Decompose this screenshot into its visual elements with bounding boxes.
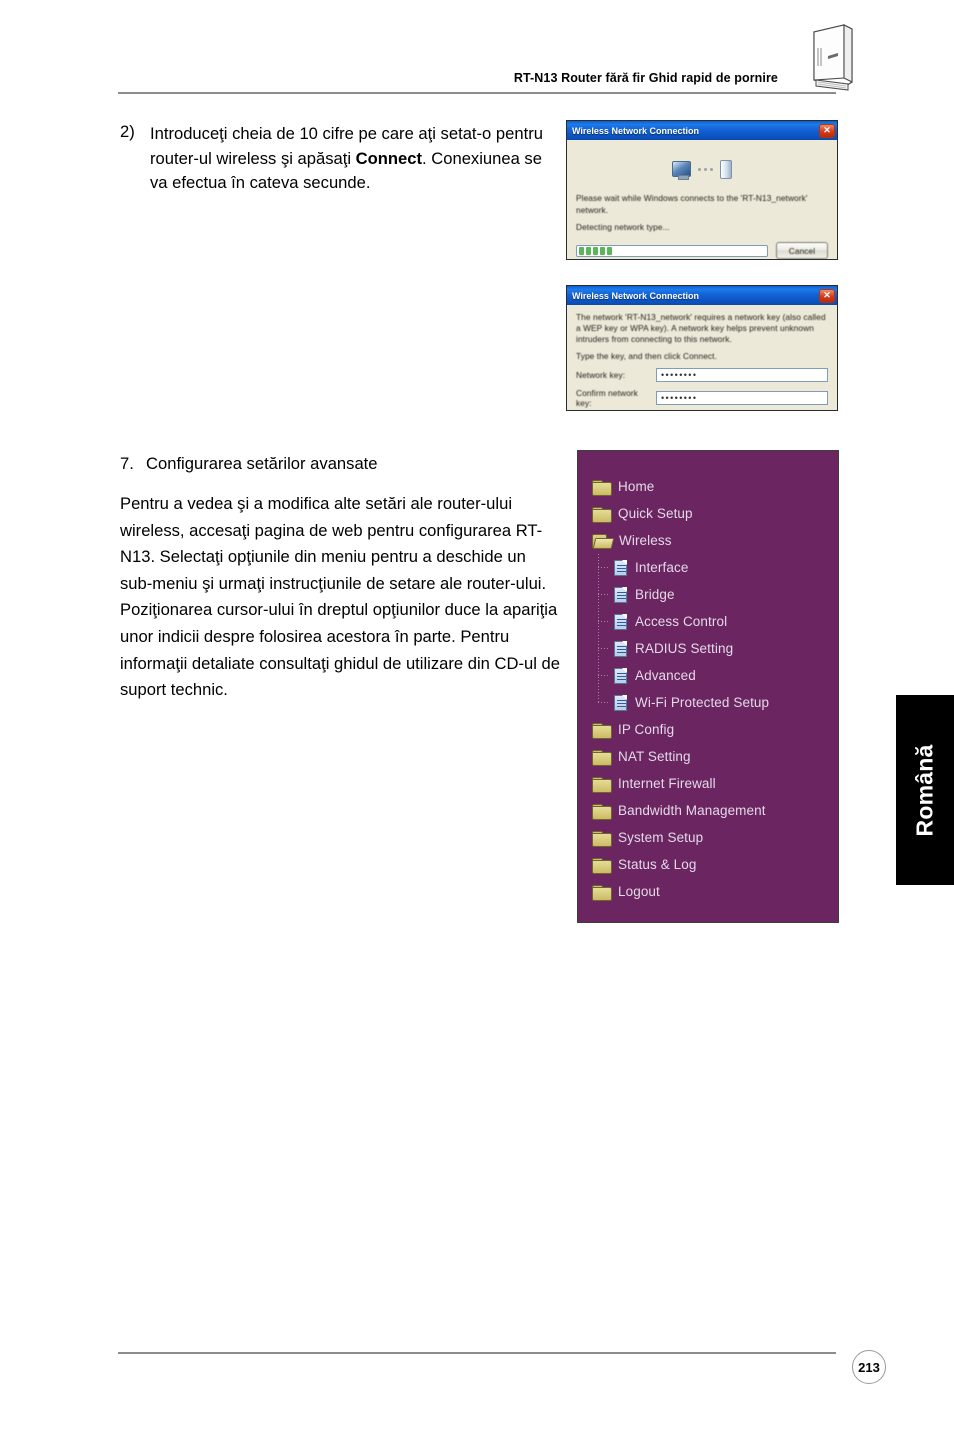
folder-icon — [592, 857, 612, 874]
menu-item-label: Internet Firewall — [618, 776, 716, 791]
menu-item-label: System Setup — [618, 830, 704, 845]
menu-item-internet-firewall[interactable]: Internet Firewall — [592, 770, 838, 797]
menu-item-radius-setting[interactable]: RADIUS Setting — [592, 635, 838, 662]
tree-connector-elbow — [598, 621, 609, 622]
tree-connector-elbow — [598, 594, 609, 595]
step-7-body: Pentru a vedea şi a modifica alte setări… — [120, 494, 560, 700]
menu-item-label: Advanced — [635, 668, 696, 683]
menu-item-label: Logout — [618, 884, 660, 899]
network-key-row: Network key: •••••••• — [576, 368, 828, 382]
router-illustration-icon — [813, 24, 853, 91]
menu-item-label: Access Control — [635, 614, 728, 629]
menu-item-logout[interactable]: Logout — [592, 878, 838, 905]
folder-icon — [592, 776, 612, 793]
progress-bar — [576, 244, 768, 257]
menu-item-interface[interactable]: Interface — [592, 554, 838, 581]
folder-icon — [592, 749, 612, 766]
folder-icon — [592, 884, 612, 901]
menu-item-label: Interface — [635, 560, 689, 575]
page-icon — [614, 586, 627, 603]
menu-item-label: Status & Log — [618, 857, 697, 872]
menu-item-label: Wi-Fi Protected Setup — [635, 695, 770, 710]
dialog-wireless-connecting: Wireless Network Connection ✕ Please wai… — [566, 120, 838, 260]
connection-dots-icon — [698, 167, 713, 171]
folder-icon — [592, 506, 612, 523]
menu-item-wireless[interactable]: Wireless — [592, 527, 838, 554]
menu-item-access-control[interactable]: Access Control — [592, 608, 838, 635]
connecting-status-line-1: Please wait while Windows connects to th… — [576, 193, 808, 215]
menu-item-status-log[interactable]: Status & Log — [592, 851, 838, 878]
step-7-heading: 7. Configurarea setărilor avansate — [120, 452, 560, 476]
page-icon — [614, 667, 627, 684]
menu-item-advanced[interactable]: Advanced — [592, 662, 838, 689]
page-icon — [614, 559, 627, 576]
header-divider — [118, 92, 836, 94]
page-icon — [614, 640, 627, 657]
menu-item-label: Bridge — [635, 587, 675, 602]
tree-connector-elbow — [598, 648, 609, 649]
dialog-body: The network 'RT-N13_network' requires a … — [567, 305, 837, 410]
network-key-label: Network key: — [576, 370, 626, 380]
menu-item-nat-setting[interactable]: NAT Setting — [592, 743, 838, 770]
confirm-network-key-input[interactable]: •••••••• — [656, 391, 828, 405]
menu-item-system-setup[interactable]: System Setup — [592, 824, 838, 851]
step-2-number: 2) — [120, 122, 135, 141]
menu-item-label: Wireless — [619, 533, 672, 548]
network-key-input[interactable]: •••••••• — [656, 368, 828, 382]
confirm-key-row: Confirm network key: •••••••• — [576, 388, 828, 408]
menu-item-label: Quick Setup — [618, 506, 693, 521]
folder-icon — [592, 803, 612, 820]
confirm-network-key-label: Confirm network key: — [576, 388, 638, 408]
language-tab-romana: Română — [896, 695, 954, 885]
menu-item-quick-setup[interactable]: Quick Setup — [592, 500, 838, 527]
tree-connector-elbow — [598, 675, 609, 676]
menu-item-label: IP Config — [618, 722, 675, 737]
menu-item-ip-config[interactable]: IP Config — [592, 716, 838, 743]
close-icon[interactable]: ✕ — [819, 123, 835, 138]
menu-item-label: NAT Setting — [618, 749, 691, 764]
tree-connector-elbow — [598, 702, 609, 703]
step-2-block: 2) Introduceţi cheia de 10 cifre pe care… — [120, 122, 560, 196]
menu-item-label: Home — [618, 479, 655, 494]
folder-icon — [592, 830, 612, 847]
dialog-title: Wireless Network Connection — [572, 290, 699, 301]
folder-open-icon — [592, 533, 611, 548]
page-icon — [614, 694, 627, 711]
connecting-status-line-2: Detecting network type... — [576, 222, 670, 232]
menu-item-bandwidth-management[interactable]: Bandwidth Management — [592, 797, 838, 824]
folder-icon — [592, 722, 612, 739]
menu-item-home[interactable]: Home — [592, 473, 838, 500]
dialog-titlebar: Wireless Network Connection ✕ — [567, 286, 837, 305]
menu-item-wi-fi-protected-setup[interactable]: Wi-Fi Protected Setup — [592, 689, 838, 716]
menu-item-label: RADIUS Setting — [635, 641, 734, 656]
dialog-titlebar: Wireless Network Connection ✕ — [567, 121, 837, 140]
folder-icon — [592, 479, 612, 496]
connection-animation — [576, 151, 828, 187]
cancel-button[interactable]: Cancel — [776, 242, 828, 259]
tree-connector-elbow — [598, 567, 609, 568]
key-instruction: Type the key, and then click Connect. — [576, 351, 717, 361]
step-2-bold-connect: Connect — [355, 148, 423, 168]
key-description: The network 'RT-N13_network' requires a … — [576, 312, 826, 344]
progress-row: Cancel — [576, 242, 828, 259]
page-number: 213 — [852, 1350, 886, 1384]
router-device-icon — [720, 159, 732, 179]
step-7-number: 7. — [120, 454, 134, 473]
tree-connector-line — [598, 689, 599, 703]
asus-router-menu: Home Quick Setup Wireless Interface Bridge Ac… — [577, 450, 839, 923]
monitor-icon — [672, 161, 691, 180]
close-icon[interactable]: ✕ — [819, 288, 835, 303]
menu-item-label: Bandwidth Management — [618, 803, 766, 818]
step-2-text: Introduceţi cheia de 10 cifre pe care aţ… — [150, 122, 560, 196]
dialog-title: Wireless Network Connection — [572, 125, 699, 136]
dialog-wireless-network-key: Wireless Network Connection ✕ The networ… — [566, 285, 838, 411]
language-tab-label: Română — [911, 744, 938, 836]
footer-divider — [118, 1352, 836, 1354]
dialog-body: Please wait while Windows connects to th… — [567, 140, 837, 259]
page-header: RT-N13 Router fără fir Ghid rapid de por… — [118, 58, 836, 94]
step-7-heading-text: Configurarea setărilor avansate — [146, 454, 378, 473]
header-title: RT-N13 Router fără fir Ghid rapid de por… — [513, 71, 778, 85]
page-icon — [614, 613, 627, 630]
menu-item-bridge[interactable]: Bridge — [592, 581, 838, 608]
